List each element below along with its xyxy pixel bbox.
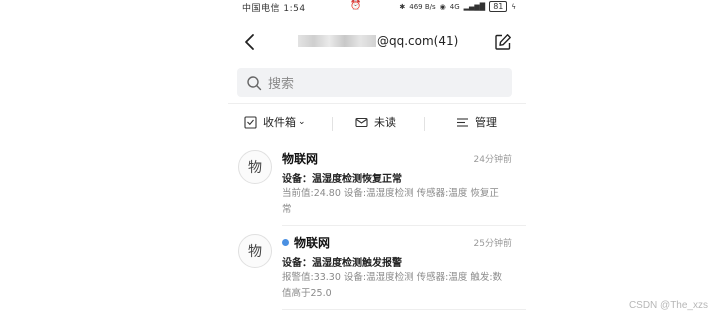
search-box[interactable]: 搜索 bbox=[237, 68, 512, 97]
mailbox-title-suffix: @qq.com(41) bbox=[377, 34, 459, 48]
mailbox-title: @qq.com(41) bbox=[298, 34, 458, 48]
unread-dot-icon bbox=[282, 238, 289, 246]
divider bbox=[282, 309, 526, 310]
wifi-icon: ◉ bbox=[439, 2, 446, 11]
mail-time: 24分钟前 bbox=[473, 155, 512, 165]
status-bar: 中国电信 1:54 ⏰ ✱ 469 B/s ◉ 4G ▂▄▆█ 81 ϟ bbox=[228, 0, 526, 14]
alarm-icon: ⏰ bbox=[350, 1, 362, 11]
manage-label: 管理 bbox=[475, 116, 497, 129]
chevron-down-icon: ⌄ bbox=[298, 117, 306, 127]
net-speed: 469 B/s bbox=[409, 2, 436, 11]
battery-level: 81 bbox=[489, 1, 508, 12]
inbox-label: 收件箱 bbox=[263, 116, 296, 129]
mail-list-item[interactable]: 物 物联网 24分钟前 设备：温湿度检测恢复正常 当前值:24.80 设备:温湿… bbox=[228, 148, 526, 232]
mail-app-screen: 中国电信 1:54 ⏰ ✱ 469 B/s ◉ 4G ▂▄▆█ 81 ϟ @qq… bbox=[228, 0, 526, 319]
filter-separator bbox=[424, 117, 425, 131]
signal-label: 4G bbox=[449, 2, 460, 11]
mail-icon bbox=[355, 117, 368, 127]
mail-preview: 报警值:33.30 设备:温湿度检测 传感器:温度 触发:数值高于25.0 bbox=[282, 272, 503, 299]
inbox-icon bbox=[244, 115, 257, 129]
mail-subject: 设备：温湿度检测恢复正常 bbox=[282, 174, 402, 185]
header: @qq.com(41) bbox=[228, 28, 526, 56]
charging-icon: ϟ bbox=[511, 2, 516, 11]
redacted-email bbox=[298, 35, 376, 47]
watermark: CSDN @The_xzs bbox=[628, 300, 708, 311]
carrier-time: 中国电信 1:54 bbox=[242, 4, 306, 14]
filter-bar: 收件箱 ⌄ 未读 管理 bbox=[228, 110, 526, 136]
sender-name: 物联网 bbox=[282, 151, 319, 166]
sender-row: 物联网 24分钟前 bbox=[282, 150, 512, 166]
sender-row: 物联网 25分钟前 bbox=[282, 234, 512, 250]
inbox-filter[interactable]: 收件箱 ⌄ bbox=[244, 114, 306, 130]
back-arrow-icon[interactable] bbox=[240, 32, 260, 52]
signal-icon: ▂▄▆█ bbox=[463, 2, 486, 11]
divider bbox=[228, 103, 526, 104]
search-icon bbox=[247, 75, 262, 90]
search-placeholder: 搜索 bbox=[268, 77, 295, 92]
divider bbox=[282, 225, 526, 226]
mail-list-item[interactable]: 物 物联网 25分钟前 设备：温湿度检测触发报警 报警值:33.30 设备:温湿… bbox=[228, 232, 526, 316]
status-right: ✱ 469 B/s ◉ 4G ▂▄▆█ 81 ϟ bbox=[399, 1, 516, 12]
bluetooth-icon: ✱ bbox=[399, 2, 406, 11]
mail-time: 25分钟前 bbox=[473, 239, 512, 249]
filter-separator bbox=[332, 117, 333, 131]
compose-icon[interactable] bbox=[494, 33, 512, 51]
sender-name: 物联网 bbox=[294, 235, 331, 250]
mail-preview: 当前值:24.80 设备:温湿度检测 传感器:温度 恢复正常 bbox=[282, 188, 499, 215]
manage-filter[interactable]: 管理 bbox=[456, 114, 497, 130]
unread-label: 未读 bbox=[374, 116, 396, 129]
list-icon bbox=[457, 117, 468, 127]
sender-avatar: 物 bbox=[238, 234, 272, 268]
mail-subject: 设备：温湿度检测触发报警 bbox=[282, 258, 402, 269]
sender-avatar: 物 bbox=[238, 150, 272, 184]
unread-filter[interactable]: 未读 bbox=[355, 114, 396, 130]
